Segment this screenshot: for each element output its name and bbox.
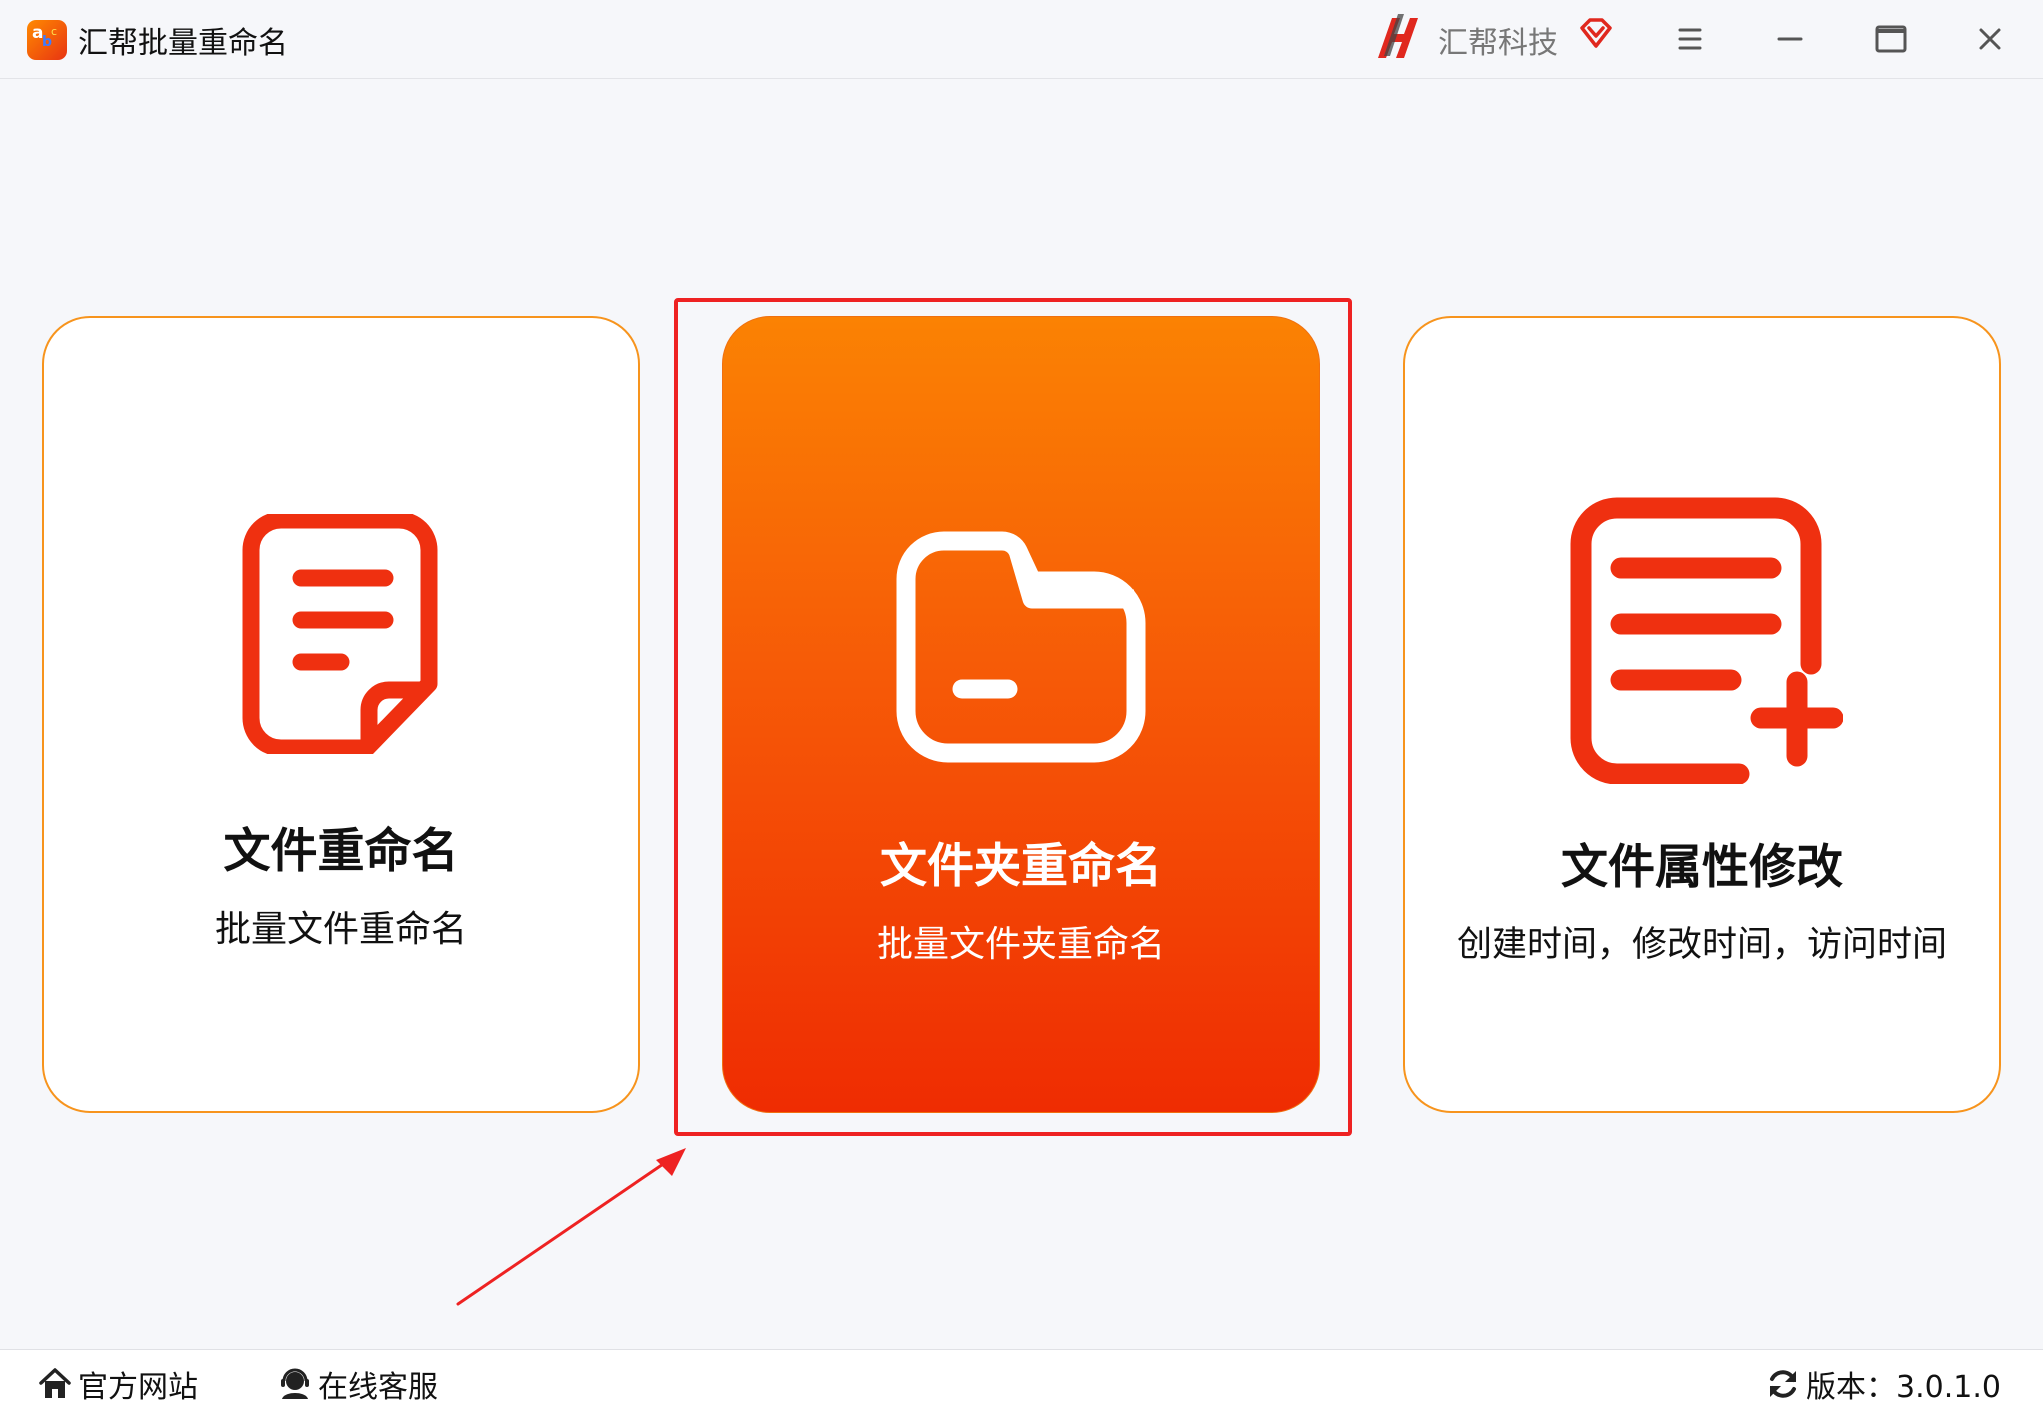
card-subtitle: 批量文件重命名	[214, 909, 467, 950]
annotation-arrow-icon	[456, 1148, 686, 1306]
version-area: 版本：3.0.1.0	[1766, 1362, 2001, 1406]
maximize-button[interactable]	[1864, 14, 1916, 64]
close-icon	[1979, 28, 2001, 50]
customer-service-icon	[281, 1368, 309, 1399]
vip-diamond-icon[interactable]	[1578, 16, 1614, 52]
close-button[interactable]	[1964, 14, 2016, 64]
card-subtitle: 创建时间，修改时间，访问时间	[1456, 925, 1947, 965]
card-title: 文件重命名	[223, 824, 459, 879]
document-add-icon	[1570, 497, 1843, 784]
minimize-button[interactable]	[1764, 14, 1816, 64]
version-label: 版本：3.0.1.0	[1806, 1370, 2001, 1405]
app-title: 汇帮批量重命名	[78, 26, 288, 61]
website-label: 官方网站	[78, 1370, 198, 1405]
file-attribute-card[interactable]: 文件属性修改 创建时间，修改时间，访问时间	[1403, 316, 2001, 1113]
card-title: 文件属性修改	[1561, 840, 1843, 895]
refresh-icon[interactable]	[1766, 1367, 1800, 1401]
app-logo-icon: abc	[27, 20, 67, 60]
maximize-icon	[1875, 25, 1907, 53]
document-icon	[242, 514, 438, 754]
highlight-box	[674, 298, 1352, 1136]
status-bar: 官方网站 在线客服 版本：3.0.1.0	[0, 1349, 2043, 1420]
minimize-icon	[1777, 37, 1803, 41]
menu-button[interactable]	[1664, 14, 1716, 64]
official-website-link[interactable]: 官方网站	[38, 1362, 198, 1406]
online-support-link[interactable]: 在线客服	[278, 1362, 438, 1406]
file-rename-card[interactable]: 文件重命名 批量文件重命名	[42, 316, 640, 1113]
title-bar: abc 汇帮批量重命名 汇帮科技	[0, 0, 2043, 79]
brand-name: 汇帮科技	[1438, 26, 1558, 61]
home-icon	[39, 1368, 71, 1398]
brand-logo-icon	[1378, 14, 1418, 58]
support-label: 在线客服	[318, 1370, 438, 1405]
hamburger-icon	[1678, 28, 1702, 50]
